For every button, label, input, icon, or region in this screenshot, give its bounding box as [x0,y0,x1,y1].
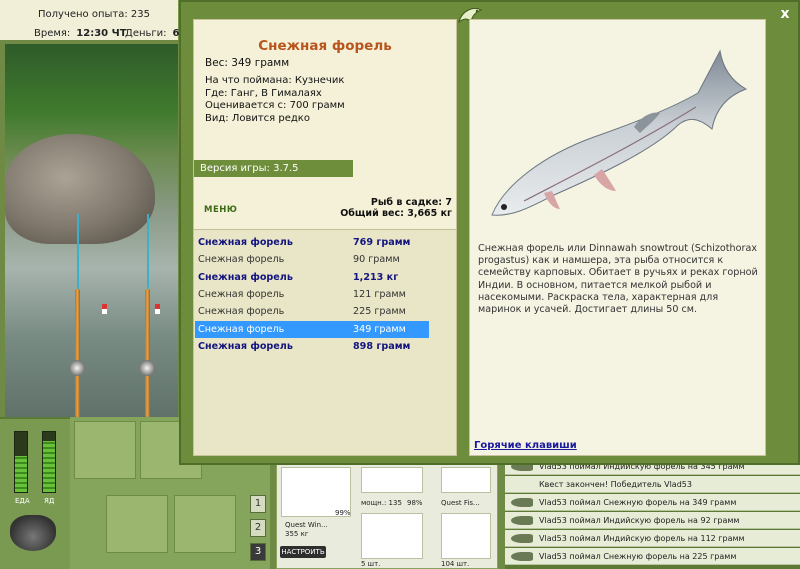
fish-description: Снежная форель или Dinnawah snowtrout (S… [478,243,758,316]
fish-icon [511,516,533,525]
rod-weight: 355 кг [285,530,309,538]
xp-label: Получено опыта: 235 [38,9,150,20]
feed-item-text: Квест закончен! Победитель Vlad53 [539,480,692,489]
time-value: 12:30 ЧТ [76,28,127,39]
fishing-scene[interactable] [5,44,178,417]
fish-list-row[interactable]: Снежная форель 90 грамм [195,251,429,268]
fish-price: Оценивается с: 700 грамм [205,100,345,111]
rock-image [5,134,155,244]
reel-slot[interactable] [361,467,423,493]
fish-list-name: Снежная форель [198,271,293,283]
fish-rarity: Вид: Ловится редко [205,113,310,124]
page-button-3[interactable]: 3 [250,543,266,561]
reel-icon [139,360,155,376]
cauldron-icon[interactable] [10,515,56,551]
line-name: Quest Fis... [441,499,480,507]
time-display: Время: 12:30 ЧТ [34,28,127,39]
line-slot[interactable] [441,467,491,493]
fish-icon [511,534,533,543]
fish-list-weight: 1,213 кг [353,271,399,283]
hook-slot[interactable] [361,513,423,559]
bucket-slot[interactable] [174,495,236,553]
fish-list-name: Снежная форель [198,237,293,248]
fishing-rod-right[interactable] [145,289,150,417]
reel-condition: 98% [407,499,423,507]
fish-list-weight: 769 грамм [353,237,411,248]
rod-name: Quest Win... [285,521,328,529]
fish-bait: На что поймана: Кузнечик [205,75,345,86]
basket-slot[interactable] [106,495,168,553]
feed-item: Квест закончен! Победитель Vlad53 [505,476,800,493]
feed-item: Vlad53 поймал Индийскую форель на 92 гра… [505,512,800,529]
food-gauge [14,431,28,493]
fish-list-name: Снежная форель [198,323,285,335]
money-display: Деньги: 6 [125,28,180,39]
feed-item-text: Vlad53 поймал Индийскую форель на 112 гр… [539,534,745,543]
float-icon [155,304,160,314]
feed-item-text: Vlad53 поймал Снежную форель на 349 грам… [539,498,737,507]
version-label: Версия игры: 3.7.5 [194,160,353,177]
page-button-2[interactable]: 2 [250,519,266,537]
fish-list-name: Снежная форель [198,306,285,318]
feed-item: Vlad53 поймал Индийскую форель на 112 гр… [505,530,800,547]
fish-list-row[interactable]: Снежная форель 121 грамм [195,286,429,303]
event-feed: Vlad53 поймал Индийскую форель на 345 гр… [505,458,800,569]
rod-condition: 99% [335,509,351,517]
menu-button[interactable]: МЕНЮ [204,205,237,215]
fish-list-weight: 121 грамм [353,288,406,300]
snow-trout-image [491,49,748,216]
fish-list-row[interactable]: Снежная форель 349 грамм [195,320,429,338]
food-label: ЕДА [15,497,30,505]
setup-tackle-button[interactable]: НАСТРОИТЬ [280,546,326,558]
bait-slot[interactable] [441,513,491,559]
fish-list-weight: 90 грамм [353,254,400,266]
food-gauge-fill [15,456,27,492]
fish-location: Где: Ганг, В Гималаях [205,88,322,99]
fish-title: Снежная форель [258,38,392,54]
feed-item: Vlad53 поймал Снежную форель на 225 грам… [505,548,800,565]
close-button[interactable]: x [777,6,793,22]
fishing-rod-left[interactable] [75,289,80,417]
float-icon [102,304,107,314]
fish-list-name: Снежная форель [198,288,285,300]
fish-list-name: Снежная форель [198,340,293,352]
feed-item-text: Vlad53 поймал Индийскую форель на 92 гра… [539,516,740,525]
feed-item-text: Vlad53 поймал Снежную форель на 225 грам… [539,552,737,561]
feed-item: Vlad53 поймал Снежную форель на 349 грам… [505,494,800,511]
fish-icon [511,552,533,561]
money-label: Деньги: [125,28,167,39]
caught-fish-list: Снежная форель 769 грамм Снежная форель 90 … [194,229,456,455]
backpack-slot[interactable] [74,421,136,479]
fish-list-row[interactable]: Снежная форель 225 грамм [195,303,429,320]
fish-list-name: Снежная форель [198,254,285,266]
fish-list-row[interactable]: Снежная форель 898 грамм [195,338,429,355]
energy-label: ЯД [44,497,55,505]
energy-gauge [42,431,56,493]
fish-list-row[interactable]: Снежная форель 769 грамм [195,234,429,251]
cage-total-weight: Общий вес: 3,665 кг [340,208,452,219]
hook-count: 5 шт. [361,560,381,568]
fish-list-weight: 898 грамм [353,340,411,352]
reel-icon [69,360,85,376]
energy-gauge-fill [43,441,55,492]
status-bar: Получено опыта: 235 Время: 12:30 ЧТ Деньг… [0,0,180,40]
rod-tip [147,214,149,294]
cage-fish-count: Рыб в садке: 7 [370,197,452,208]
reel-power: мощн.: 135 [361,499,402,507]
bait-count: 104 шт. [441,560,470,568]
fish-weight: Вес: 349 грамм [205,57,290,69]
fish-icon [511,498,533,507]
hotkeys-link[interactable]: Горячие клавиши [474,440,577,451]
time-label: Время: [34,28,71,39]
fish-list-row[interactable]: Снежная форель 1,213 кг [195,269,429,286]
page-button-1[interactable]: 1 [250,495,266,513]
fish-list-weight: 225 грамм [353,306,406,318]
fish-list-weight: 349 грамм [353,323,406,335]
rod-tip [77,214,79,294]
